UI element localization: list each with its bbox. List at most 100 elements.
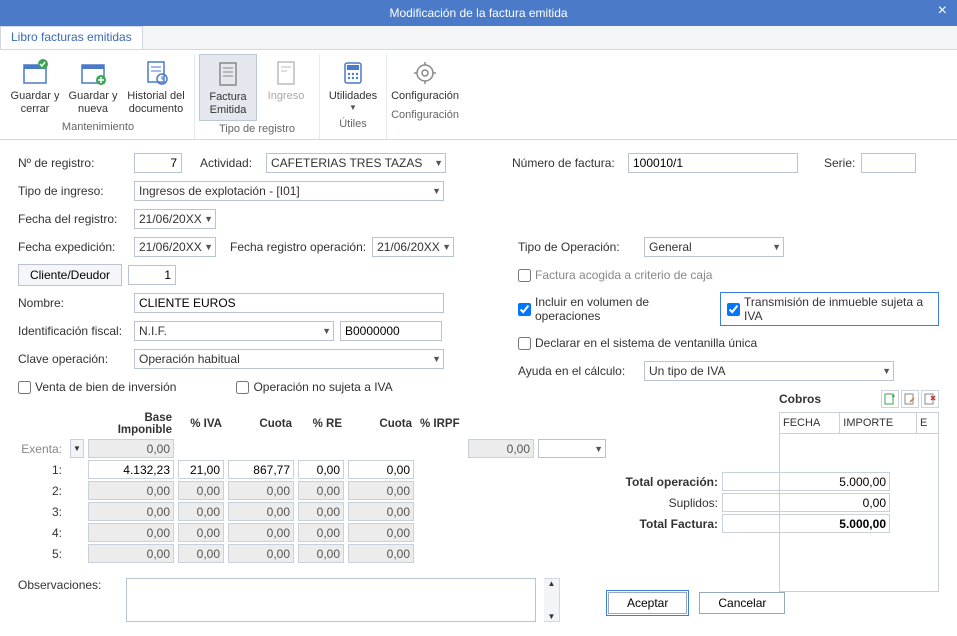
col-e: E [917, 413, 939, 434]
iva-field[interactable] [178, 481, 224, 500]
clave-op-select[interactable]: Operación habitual▼ [134, 349, 444, 369]
base-field[interactable] [88, 460, 174, 479]
exenta-extra-select[interactable]: ▼ [538, 439, 606, 458]
aceptar-button[interactable]: Aceptar [608, 592, 687, 614]
op-no-sujeta-checkbox[interactable]: Operación no sujeta a IVA [236, 380, 392, 394]
guardar-nueva-button[interactable]: Guardar y nueva [64, 54, 122, 119]
incluir-volumen-checkbox[interactable]: Incluir en volumen de operaciones [518, 295, 706, 323]
cuota2-field[interactable] [348, 460, 414, 479]
cuota-field[interactable] [228, 523, 294, 542]
col-base: Base Imponible [86, 410, 176, 438]
ingreso-button[interactable]: Ingreso [257, 54, 315, 121]
id-fiscal-tipo-select[interactable]: N.I.F.▼ [134, 321, 334, 341]
dropdown-icon[interactable]: ▼ [70, 439, 84, 458]
n-registro-label: Nº de registro: [18, 156, 128, 170]
line-row: 3: [18, 501, 608, 522]
chevron-down-icon: ▼ [204, 214, 213, 224]
chevron-down-icon: ▼ [772, 242, 781, 252]
history-icon [141, 58, 171, 88]
cancelar-button[interactable]: Cancelar [699, 592, 785, 614]
cobros-new-icon[interactable] [881, 390, 899, 408]
transmision-inmueble-checkbox[interactable]: Transmisión de inmueble sujeta a IVA [720, 292, 939, 326]
fecha-expedicion-field[interactable]: 21/06/20XX▼ [134, 237, 216, 257]
base-field[interactable] [88, 481, 174, 500]
re-field[interactable] [298, 481, 344, 500]
ribbon-group-configuracion: Configuración Configuración [387, 54, 463, 139]
utilities-icon [338, 58, 368, 88]
titlebar: Modificación de la factura emitida × [0, 0, 957, 26]
configuracion-button[interactable]: Configuración [391, 54, 459, 107]
base-field[interactable] [88, 523, 174, 542]
line-row: 4: [18, 522, 608, 543]
fecha-registro-field[interactable]: 21/06/20XX▼ [134, 209, 216, 229]
base-field[interactable] [88, 502, 174, 521]
cobros-body[interactable] [779, 434, 939, 592]
line-row: 5: [18, 543, 608, 564]
historial-button[interactable]: Historial del documento [122, 54, 190, 119]
guardar-cerrar-button[interactable]: Guardar y cerrar [6, 54, 64, 119]
declarar-vu-checkbox[interactable]: Declarar en el sistema de ventanilla úni… [518, 336, 757, 350]
cuota-field[interactable] [228, 544, 294, 563]
re-field[interactable] [298, 544, 344, 563]
chevron-down-icon: ▼ [434, 158, 443, 168]
chevron-down-icon: ▼ [432, 354, 441, 364]
tipo-op-select[interactable]: General▼ [644, 237, 784, 257]
id-fiscal-num-field[interactable] [340, 321, 442, 341]
tab-libro-facturas[interactable]: Libro facturas emitidas [0, 26, 143, 49]
cuota-field[interactable] [228, 502, 294, 521]
ribbon-group-label: Tipo de registro [219, 121, 295, 139]
iva-field[interactable] [178, 544, 224, 563]
fecha-reg-op-label: Fecha registro operación: [230, 240, 366, 254]
col-cuota2: Cuota [346, 410, 416, 438]
re-field[interactable] [298, 460, 344, 479]
iva-field[interactable] [178, 523, 224, 542]
cliente-deudor-button[interactable]: Cliente/Deudor [18, 264, 122, 286]
cuota2-field[interactable] [348, 523, 414, 542]
utilidades-button[interactable]: Utilidades ▼ [324, 54, 382, 116]
num-factura-field[interactable] [628, 153, 798, 173]
chevron-down-icon: ▼ [548, 612, 556, 621]
ribbon: Guardar y cerrar Guardar y nueva Histori… [0, 50, 957, 140]
re-field[interactable] [298, 523, 344, 542]
tipo-ingreso-label: Tipo de ingreso: [18, 184, 128, 198]
chevron-down-icon: ▼ [442, 242, 451, 252]
cobros-delete-icon[interactable] [921, 390, 939, 408]
iva-field[interactable] [178, 460, 224, 479]
cuota2-field[interactable] [348, 481, 414, 500]
observaciones-field[interactable] [126, 578, 536, 622]
scrollbar[interactable]: ▲▼ [544, 578, 560, 622]
chevron-down-icon: ▼ [882, 366, 891, 376]
n-registro-field[interactable] [134, 153, 182, 173]
nombre-label: Nombre: [18, 296, 128, 310]
exenta-base [88, 439, 174, 458]
invoice-icon [213, 59, 243, 89]
chevron-down-icon: ▼ [204, 242, 213, 252]
suplidos-label: Suplidos: [618, 496, 718, 510]
cuota2-field[interactable] [348, 502, 414, 521]
ayuda-calc-select[interactable]: Un tipo de IVA▼ [644, 361, 894, 381]
re-field[interactable] [298, 502, 344, 521]
tipo-ingreso-select[interactable]: Ingresos de explotación - [I01]▼ [134, 181, 444, 201]
cuota-field[interactable] [228, 481, 294, 500]
nombre-field[interactable] [134, 293, 444, 313]
factura-caja-checkbox[interactable]: Factura acogida a criterio de caja [518, 268, 712, 282]
cobros-title: Cobros [779, 392, 821, 406]
iva-field[interactable] [178, 502, 224, 521]
actividad-select[interactable]: CAFETERIAS TRES TAZAS▼ [266, 153, 446, 173]
cuota-field[interactable] [228, 460, 294, 479]
settings-icon [410, 58, 440, 88]
col-iva: % IVA [176, 410, 226, 438]
fecha-reg-op-field[interactable]: 21/06/20XX▼ [372, 237, 454, 257]
serie-field[interactable] [861, 153, 916, 173]
save-close-icon [20, 58, 50, 88]
line-exenta: Exenta: ▼ ▼ [18, 438, 608, 459]
cuota2-field[interactable] [348, 544, 414, 563]
base-field[interactable] [88, 544, 174, 563]
tab-strip: Libro facturas emitidas [0, 26, 957, 50]
venta-bien-checkbox[interactable]: Venta de bien de inversión [18, 380, 176, 394]
cobros-edit-icon[interactable] [901, 390, 919, 408]
col-fecha: FECHA [780, 413, 840, 434]
close-icon[interactable]: × [938, 2, 947, 20]
factura-emitida-button[interactable]: Factura Emitida [199, 54, 257, 121]
cliente-num-field[interactable] [128, 265, 176, 285]
